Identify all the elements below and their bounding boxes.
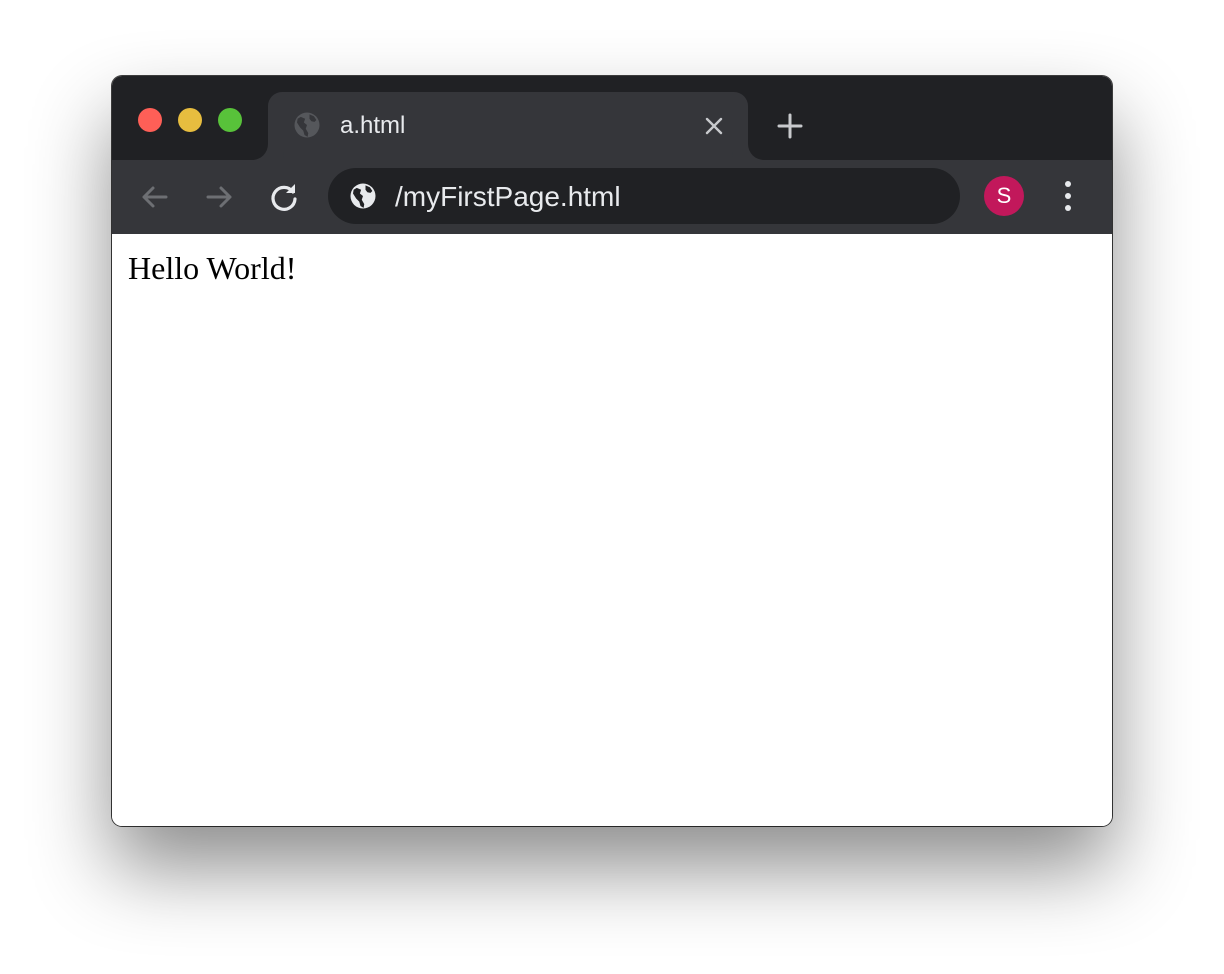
close-icon[interactable] xyxy=(702,114,726,138)
arrow-left-icon[interactable] xyxy=(138,180,172,214)
close-window-button[interactable] xyxy=(138,108,162,132)
plus-icon[interactable] xyxy=(776,112,804,140)
toolbar: /myFirstPage.html S xyxy=(112,160,1112,234)
page-content: Hello World! xyxy=(112,234,1112,826)
profile-avatar[interactable]: S xyxy=(984,176,1024,216)
tab-strip: a.html xyxy=(112,76,1112,160)
tab-active[interactable]: a.html xyxy=(268,92,748,160)
more-vertical-icon[interactable] xyxy=(1056,178,1080,214)
address-bar[interactable]: /myFirstPage.html xyxy=(328,168,960,224)
globe-icon[interactable] xyxy=(348,181,378,211)
browser-window: a.html /myFirstPage.html S Hello World! xyxy=(112,76,1112,826)
tab-title: a.html xyxy=(340,112,406,139)
minimize-window-button[interactable] xyxy=(178,108,202,132)
arrow-right-icon[interactable] xyxy=(202,180,236,214)
address-bar-url[interactable]: /myFirstPage.html xyxy=(395,181,621,213)
maximize-window-button[interactable] xyxy=(218,108,242,132)
globe-icon xyxy=(294,112,320,138)
reload-icon[interactable] xyxy=(267,180,301,214)
page-text: Hello World! xyxy=(128,250,297,286)
